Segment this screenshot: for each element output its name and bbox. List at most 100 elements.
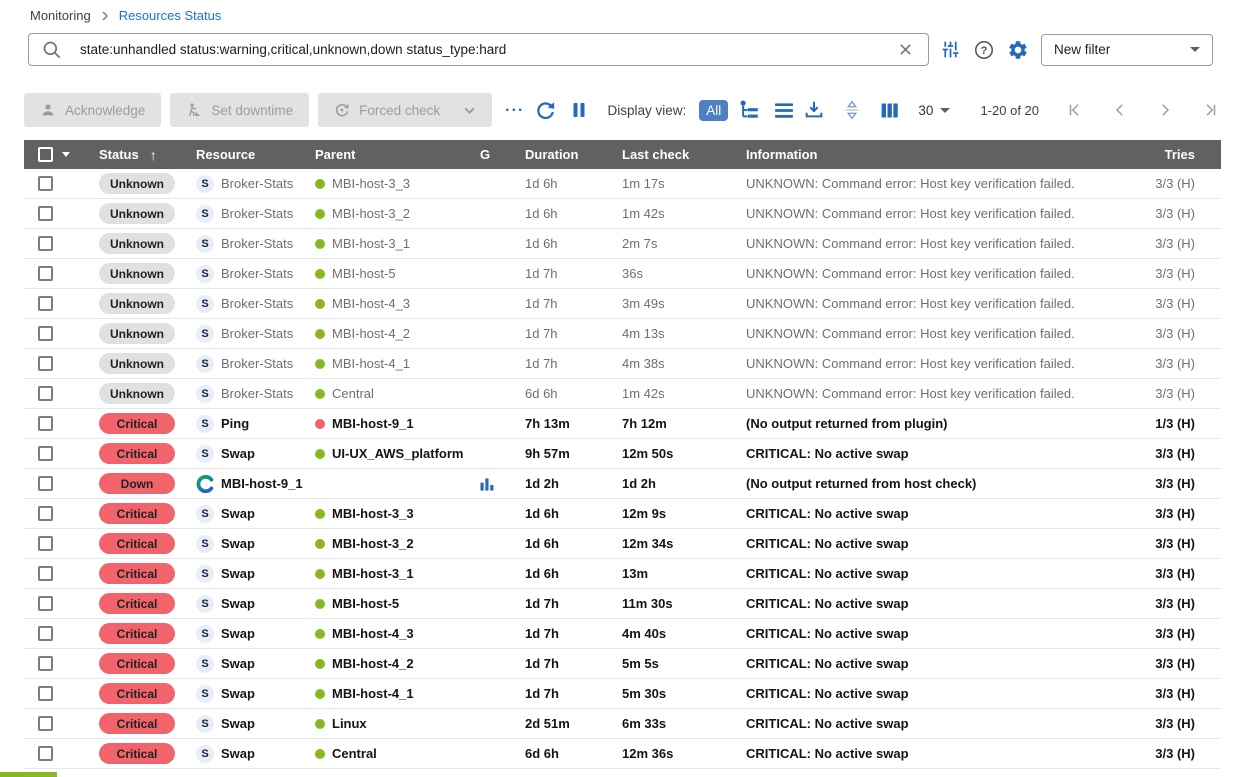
parent-cell[interactable]: MBI-host-5: [315, 596, 478, 611]
row-checkbox[interactable]: [38, 386, 53, 401]
parent-name[interactable]: MBI-host-4_3: [332, 296, 410, 311]
resource-name[interactable]: Ping: [221, 416, 249, 431]
table-row[interactable]: DownMBI-host-9_11d 2h1d 2h(No output ret…: [24, 469, 1221, 499]
resource-name[interactable]: Broker-Stats: [221, 206, 293, 221]
status-badge[interactable]: Critical: [99, 623, 175, 644]
parent-name[interactable]: MBI-host-3_3: [332, 506, 414, 521]
row-checkbox[interactable]: [38, 596, 53, 611]
table-row[interactable]: UnknownSBroker-StatsMBI-host-3_11d 6h2m …: [24, 229, 1221, 259]
more-actions-button[interactable]: ...: [505, 98, 524, 116]
row-checkbox[interactable]: [38, 176, 53, 191]
status-badge[interactable]: Critical: [99, 413, 175, 434]
parent-cell[interactable]: UI-UX_AWS_platform: [315, 446, 478, 461]
resource-cell[interactable]: SPing: [196, 415, 315, 433]
status-badge[interactable]: Unknown: [99, 203, 175, 224]
row-checkbox[interactable]: [38, 206, 53, 221]
resource-cell[interactable]: SSwap: [196, 595, 315, 613]
status-badge[interactable]: Critical: [99, 503, 175, 524]
refresh-icon[interactable]: [535, 100, 556, 121]
status-badge[interactable]: Unknown: [99, 383, 175, 404]
resource-name[interactable]: Swap: [221, 656, 255, 671]
table-row[interactable]: CriticalSSwapUI-UX_AWS_platform9h 57m12m…: [24, 439, 1221, 469]
table-row[interactable]: UnknownSBroker-StatsMBI-host-4_31d 7h3m …: [24, 289, 1221, 319]
set-downtime-button[interactable]: Set downtime: [170, 93, 309, 127]
column-header-information[interactable]: Information: [746, 147, 1121, 162]
resource-name[interactable]: Broker-Stats: [221, 296, 293, 311]
status-badge[interactable]: Critical: [99, 533, 175, 554]
settings-gear-icon[interactable]: [1001, 33, 1035, 66]
resource-cell[interactable]: SSwap: [196, 715, 315, 733]
parent-cell[interactable]: MBI-host-4_1: [315, 356, 478, 371]
resource-name[interactable]: Swap: [221, 746, 255, 761]
parent-name[interactable]: MBI-host-4_3: [332, 626, 414, 641]
row-checkbox[interactable]: [38, 326, 53, 341]
export-download-icon[interactable]: [803, 99, 825, 121]
resource-name[interactable]: Swap: [221, 596, 255, 611]
last-page-button[interactable]: [1201, 101, 1219, 119]
resource-name[interactable]: Swap: [221, 716, 255, 731]
table-row[interactable]: CriticalSSwapCentral6d 6h12m 36sCRITICAL…: [24, 739, 1221, 769]
resource-name[interactable]: Broker-Stats: [221, 356, 293, 371]
tree-view-icon[interactable]: [739, 99, 761, 121]
resource-cell[interactable]: SBroker-Stats: [196, 175, 315, 193]
parent-cell[interactable]: Central: [315, 746, 478, 761]
next-page-button[interactable]: [1156, 101, 1174, 119]
parent-name[interactable]: MBI-host-5: [332, 266, 396, 281]
row-checkbox[interactable]: [38, 476, 53, 491]
status-badge[interactable]: Unknown: [99, 353, 175, 374]
resource-cell[interactable]: SSwap: [196, 745, 315, 763]
parent-name[interactable]: Linux: [332, 716, 367, 731]
resource-name[interactable]: Broker-Stats: [221, 326, 293, 341]
parent-name[interactable]: UI-UX_AWS_platform: [332, 446, 463, 461]
table-row[interactable]: UnknownSBroker-StatsCentral6d 6h1m 42sUN…: [24, 379, 1221, 409]
status-badge[interactable]: Unknown: [99, 233, 175, 254]
row-checkbox[interactable]: [38, 716, 53, 731]
resource-cell[interactable]: SBroker-Stats: [196, 235, 315, 253]
resource-name[interactable]: Broker-Stats: [221, 236, 293, 251]
table-row[interactable]: UnknownSBroker-StatsMBI-host-3_21d 6h1m …: [24, 199, 1221, 229]
column-header-last-check[interactable]: Last check: [622, 147, 746, 162]
resource-cell[interactable]: SBroker-Stats: [196, 355, 315, 373]
parent-name[interactable]: MBI-host-4_1: [332, 686, 414, 701]
parent-cell[interactable]: MBI-host-9_1: [315, 416, 478, 431]
parent-cell[interactable]: MBI-host-3_2: [315, 536, 478, 551]
resource-cell[interactable]: SSwap: [196, 445, 315, 463]
status-badge[interactable]: Unknown: [99, 293, 175, 314]
resource-cell[interactable]: SBroker-Stats: [196, 325, 315, 343]
parent-cell[interactable]: MBI-host-3_3: [315, 506, 478, 521]
help-icon[interactable]: ?: [967, 33, 1001, 66]
table-row[interactable]: UnknownSBroker-StatsMBI-host-4_11d 7h4m …: [24, 349, 1221, 379]
resource-name[interactable]: MBI-host-9_1: [221, 476, 303, 491]
parent-name[interactable]: Central: [332, 746, 377, 761]
graph-icon[interactable]: [480, 476, 495, 492]
row-checkbox[interactable]: [38, 566, 53, 581]
first-page-button[interactable]: [1066, 101, 1084, 119]
row-checkbox[interactable]: [38, 236, 53, 251]
resource-cell[interactable]: SBroker-Stats: [196, 265, 315, 283]
parent-cell[interactable]: MBI-host-4_2: [315, 656, 478, 671]
row-checkbox[interactable]: [38, 296, 53, 311]
table-row[interactable]: CriticalSSwapMBI-host-4_21d 7h5m 5sCRITI…: [24, 649, 1221, 679]
resource-name[interactable]: Swap: [221, 566, 255, 581]
row-checkbox[interactable]: [38, 356, 53, 371]
column-header-parent[interactable]: Parent: [315, 147, 478, 162]
breadcrumb-monitoring[interactable]: Monitoring: [30, 8, 91, 23]
row-checkbox[interactable]: [38, 686, 53, 701]
parent-name[interactable]: MBI-host-3_1: [332, 566, 414, 581]
table-row[interactable]: CriticalSSwapLinux2d 51m6m 33sCRITICAL: …: [24, 709, 1221, 739]
resource-cell[interactable]: SBroker-Stats: [196, 385, 315, 403]
resource-name[interactable]: Swap: [221, 626, 255, 641]
status-badge[interactable]: Critical: [99, 593, 175, 614]
chevron-down-icon[interactable]: [463, 104, 476, 117]
parent-name[interactable]: MBI-host-3_3: [332, 176, 410, 191]
select-all-checkbox[interactable]: [38, 147, 53, 162]
resource-name[interactable]: Swap: [221, 506, 255, 521]
status-badge[interactable]: Unknown: [99, 173, 175, 194]
table-row[interactable]: CriticalSSwapMBI-host-51d 7h11m 30sCRITI…: [24, 589, 1221, 619]
parent-cell[interactable]: MBI-host-4_1: [315, 686, 478, 701]
parent-name[interactable]: MBI-host-5: [332, 596, 399, 611]
status-badge[interactable]: Critical: [99, 683, 175, 704]
row-checkbox[interactable]: [38, 536, 53, 551]
resource-name[interactable]: Broker-Stats: [221, 266, 293, 281]
parent-name[interactable]: MBI-host-3_2: [332, 536, 414, 551]
